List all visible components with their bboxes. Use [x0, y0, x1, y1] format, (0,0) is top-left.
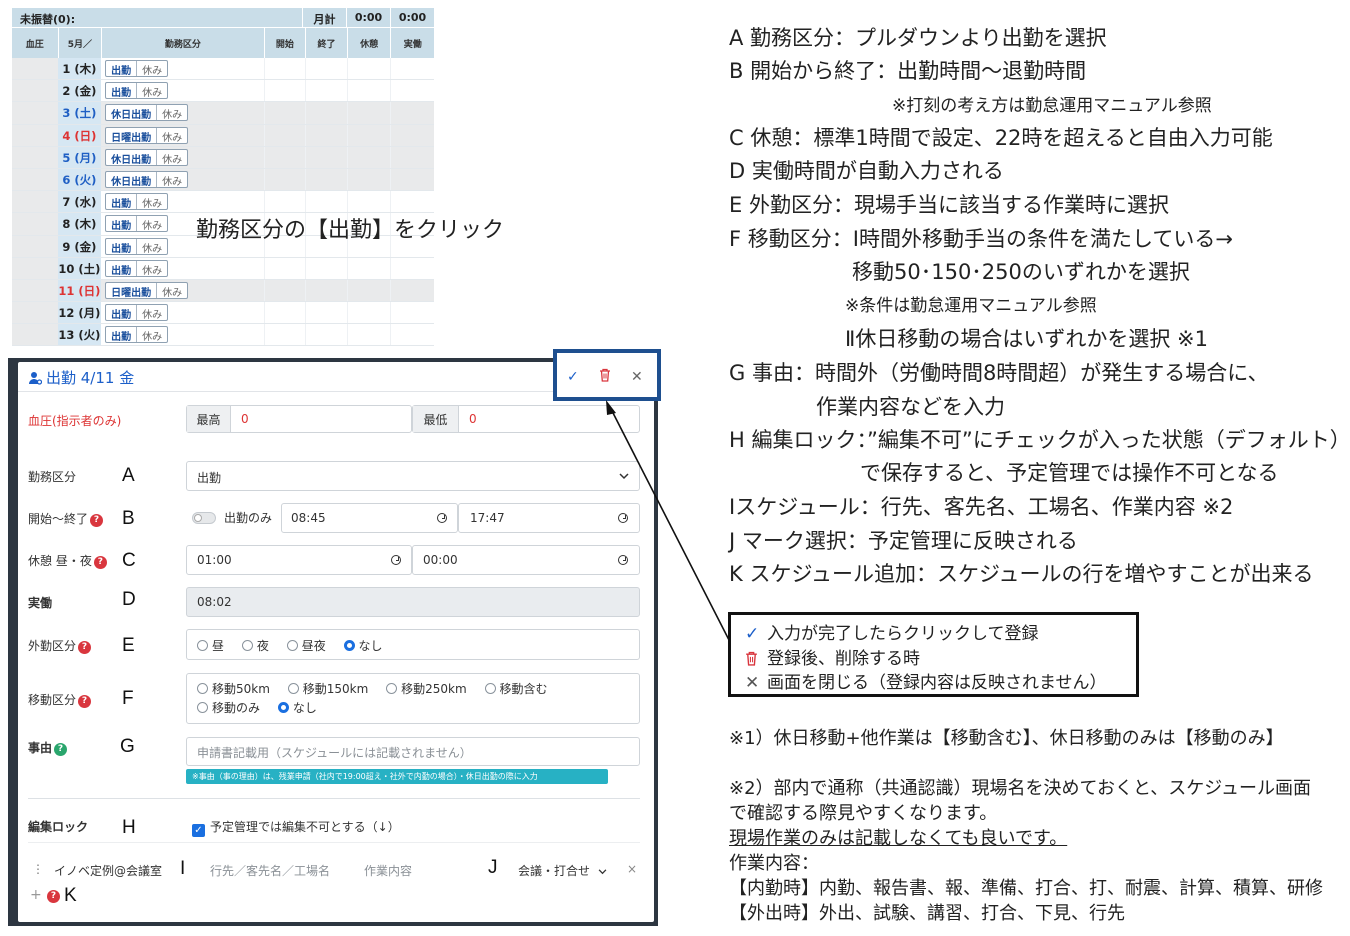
check-icon: ✓ [745, 624, 760, 644]
trash-icon [745, 649, 767, 669]
note-f-sub3: Ⅱ休日移動の場合はいずれかを選択 ※1 [845, 327, 1208, 351]
footnote-1: ※1）休日移動+他作業は【移動含む】、休日移動のみは【移動のみ】 [729, 728, 1284, 749]
note-c: C 休憩：標準1時間で設定、22時を超えると自由入力可能 [729, 126, 1273, 150]
note-f: F 移動区分：Ⅰ時間外移動手当の条件を満たしている→ [729, 227, 1233, 251]
legend-text: 画面を閉じる（登録内容は反映されません） [767, 673, 1107, 693]
note-e: E 外勤区分：現場手当に該当する作業時に選択 [729, 193, 1169, 217]
legend-text: 入力が完了したらクリックして登録 [767, 624, 1039, 644]
note-a: A 勤務区分：プルダウンより出勤を選択 [729, 26, 1107, 50]
note-f-sub2: ※条件は勤怠運用マニュアル参照 [845, 296, 1097, 316]
note-g: G 事由：時間外（労働時間8時間超）が発生する場合に、 [729, 361, 1269, 385]
legend-item-check: ✓ 入力が完了したらクリックして登録 [745, 619, 1039, 644]
work-content-inner: 【内勤時】内勤、報告書、報、準備、打合、打、耐震、計算、積算、研修 [729, 878, 1323, 899]
close-icon: ✕ [745, 673, 760, 693]
note-b: B 開始から終了：出勤時間～退勤時間 [729, 59, 1087, 83]
legend-item-close: ✕ 画面を閉じる（登録内容は反映されません） [745, 668, 1107, 693]
note-f-sub1: 移動50･150･250のいずれかを選択 [852, 260, 1190, 284]
work-content-outer: 【外出時】外出、試験、講習、打合、下見、行先 [729, 903, 1125, 924]
icon-legend: ✓ 入力が完了したらクリックして登録 登録後、削除する時 ✕ 画面を閉じる（登録内容… [728, 612, 1139, 697]
work-content-title: 作業内容： [729, 853, 819, 874]
note-h-sub: で保存すると、予定管理では操作不可となる [860, 461, 1279, 485]
arrow-head [606, 400, 616, 415]
arrow-line [610, 408, 730, 641]
note-k: K スケジュール追加：スケジュールの行を増やすことが出来る [729, 562, 1314, 586]
legend-text: 登録後、削除する時 [767, 649, 920, 669]
footnote-2-line2: で確認する際見やすくなります。 [729, 803, 998, 824]
footnote-2-line1: ※2）部内で通称（共通認識）現場名を決めておくと、スケジュール画面 [729, 778, 1312, 799]
note-j: J マーク選択：予定管理に反映される [729, 529, 1078, 553]
note-b-sub: ※打刻の考え方は勤怠運用マニュアル参照 [892, 96, 1212, 116]
note-g-sub: 作業内容などを入力 [816, 395, 1005, 419]
note-i: Ⅰスケジュール：行先、客先名、工場名、作業内容 ※2 [729, 495, 1234, 519]
legend-item-trash: 登録後、削除する時 [745, 644, 920, 669]
note-d: D 実働時間が自動入力される [729, 159, 1004, 183]
note-h: H 編集ロック：”編集不可”にチェックが入った状態（デフォルト） [729, 428, 1350, 452]
footnote-2-line3: 現場作業のみは記載しなくても良いです。 [729, 828, 1068, 849]
